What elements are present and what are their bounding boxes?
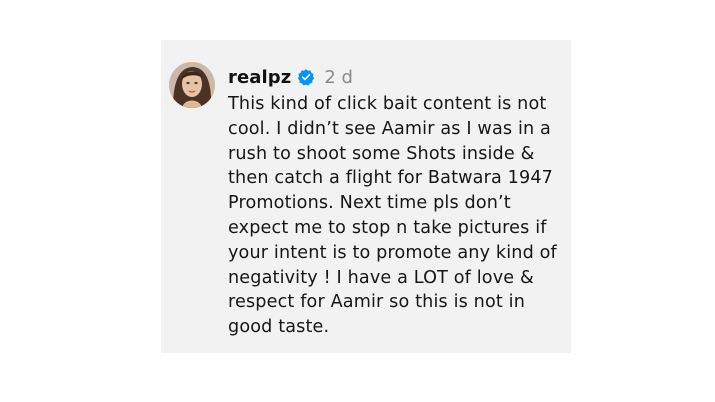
username-link[interactable]: realpz <box>228 67 291 88</box>
comment-line: then catch a flight for Batwara 1947 <box>228 168 554 189</box>
comment-line: expect me to stop n take pictures if <box>228 217 547 238</box>
verified-badge-icon <box>297 68 315 86</box>
comment-timestamp: 2 d <box>324 66 353 88</box>
comment-line: This kind of click bait content is not <box>228 94 547 114</box>
comment-line: Promotions. Next time pls don’t <box>228 193 511 214</box>
comment-line: good taste. <box>228 317 330 338</box>
comment-line: respect for Aamir so this is not in <box>228 292 526 313</box>
comment-line: cool. I didn’t see Aamir as I was in a <box>228 118 551 139</box>
comment-text: This kind of click bait content is not c… <box>228 92 566 340</box>
comment-line: negativity ! I have a LOT of love & <box>228 267 534 288</box>
avatar-image <box>169 62 215 108</box>
comment-card: realpz 2 d This kind of click bait conte… <box>161 40 571 353</box>
avatar[interactable] <box>169 62 215 108</box>
comment-line: your intent is to promote any kind of <box>228 242 557 263</box>
comment-line: rush to shoot some Shots inside & <box>228 143 535 164</box>
comment-header: realpz 2 d <box>228 65 353 89</box>
